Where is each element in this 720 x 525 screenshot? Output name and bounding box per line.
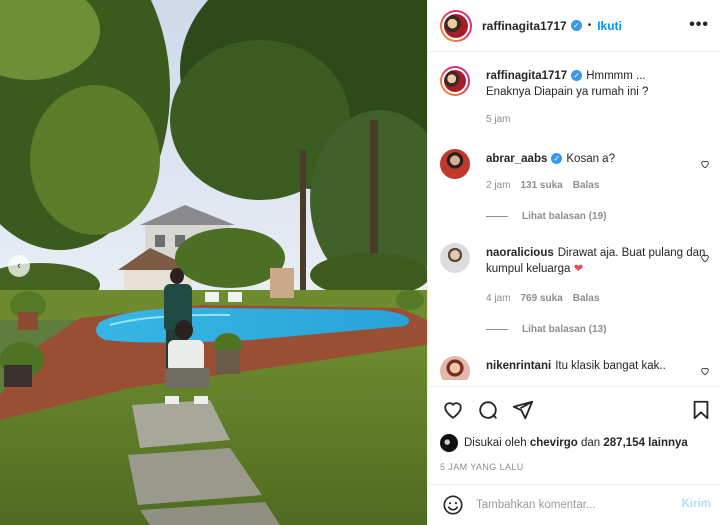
caption-text: raffinagita1717 ✓ Hmmmm ... Enaknya Diapai… — [486, 68, 706, 100]
post-actions-bar — [428, 386, 720, 430]
view-replies-label: Lihat balasan (13) — [522, 324, 607, 335]
comment-likes[interactable]: 131 suka — [520, 180, 562, 191]
comment-username[interactable]: abrar_aabs — [486, 153, 547, 165]
commenter-avatar[interactable] — [440, 356, 470, 380]
caption-username[interactable]: raffinagita1717 — [486, 70, 567, 82]
like-comment-heart-icon[interactable] — [700, 159, 710, 169]
comment-body: Itu klasik bangat kak.. — [555, 360, 666, 372]
comment-body: Kosan a? — [566, 153, 615, 165]
like-comment-heart-icon[interactable] — [700, 366, 710, 376]
view-replies-button[interactable]: Lihat balasan (19) — [486, 211, 606, 222]
emoji-smiley-icon[interactable] — [442, 494, 464, 516]
comment-bubble-icon[interactable] — [477, 399, 499, 421]
caption-avatar[interactable] — [440, 66, 470, 96]
comment-username[interactable]: nikenrintani — [486, 360, 551, 372]
post-photo[interactable]: ‹ — [0, 0, 427, 525]
comment-time: 4 jam — [486, 293, 511, 304]
comments-list[interactable]: raffinagita1717 ✓ Hmmmm ... Enaknya Diapai… — [428, 53, 720, 380]
comment-text: abrar_aabs ✓ Kosan a? — [486, 151, 706, 167]
view-replies-button[interactable]: Lihat balasan (13) — [486, 324, 606, 335]
instagram-post-window: ‹ raffinagita1717 ✓ • Ikuti ••• raffinag… — [0, 0, 720, 525]
caption-meta: 5 jam — [486, 114, 510, 125]
liked-by-prefix: Disukai oleh — [464, 437, 527, 449]
comment-input[interactable] — [476, 499, 666, 511]
comment-username[interactable]: naoralicious — [486, 247, 554, 259]
caption-line-1: Hmmmm ... — [586, 70, 646, 82]
reply-button[interactable]: Balas — [573, 180, 600, 191]
like-count[interactable]: 287,154 — [603, 437, 645, 449]
comment-composer: Kirim — [428, 484, 720, 525]
more-options-icon[interactable]: ••• — [689, 16, 709, 34]
replies-divider — [486, 329, 508, 330]
liked-by-suffix[interactable]: lainnya — [648, 437, 688, 449]
caption-line-2: Enaknya Diapain ya rumah ini ? — [486, 86, 649, 98]
caption-time: 5 jam — [486, 114, 511, 125]
share-paper-plane-icon[interactable] — [512, 399, 534, 421]
verified-badge-icon: ✓ — [570, 20, 582, 31]
reply-button[interactable]: Balas — [573, 293, 600, 304]
comment-time: 2 jam — [486, 180, 511, 191]
heart-emoji: ❤ — [573, 263, 584, 275]
author-avatar[interactable] — [440, 9, 472, 42]
author-username[interactable]: raffinagita1717 — [482, 19, 567, 33]
view-replies-label: Lihat balasan (19) — [522, 211, 607, 222]
comment-text: nikenrintani Itu klasik bangat kak.. — [486, 358, 706, 374]
liked-by-summary: Disukai oleh chevirgo dan 287,154 lainny… — [440, 434, 688, 452]
commenter-avatar[interactable] — [440, 243, 470, 273]
replies-divider — [486, 216, 508, 217]
comment-meta: 4 jam 769 suka Balas — [486, 293, 599, 304]
comment-likes[interactable]: 769 suka — [520, 293, 562, 304]
chevron-left-icon: ‹ — [17, 260, 21, 272]
verified-badge-icon: ✓ — [551, 153, 563, 165]
post-side-panel: raffinagita1717 ✓ • Ikuti ••• raffinagit… — [427, 0, 720, 525]
previous-image-button[interactable]: ‹ — [8, 255, 30, 277]
liked-by-middle: dan — [581, 437, 601, 449]
liked-by-user[interactable]: chevirgo — [530, 437, 578, 449]
like-comment-heart-icon[interactable] — [700, 253, 710, 263]
comment-meta: 2 jam 131 suka Balas — [486, 180, 599, 191]
save-bookmark-icon[interactable] — [690, 399, 712, 421]
post-header: raffinagita1717 ✓ • Ikuti ••• — [428, 0, 720, 52]
post-timestamp: 5 JAM YANG LALU — [440, 462, 524, 472]
comment-text: naoralicious Dirawat aja. Buat pulang dan… — [486, 245, 706, 277]
post-comment-button[interactable]: Kirim — [682, 498, 711, 510]
follow-button[interactable]: Ikuti — [597, 19, 622, 33]
liker-avatar[interactable] — [440, 434, 458, 452]
commenter-avatar[interactable] — [440, 149, 470, 179]
like-heart-icon[interactable] — [442, 399, 464, 421]
verified-badge-icon: ✓ — [571, 70, 583, 82]
separator-dot: • — [587, 20, 592, 31]
garden-pool-photo — [0, 0, 427, 525]
